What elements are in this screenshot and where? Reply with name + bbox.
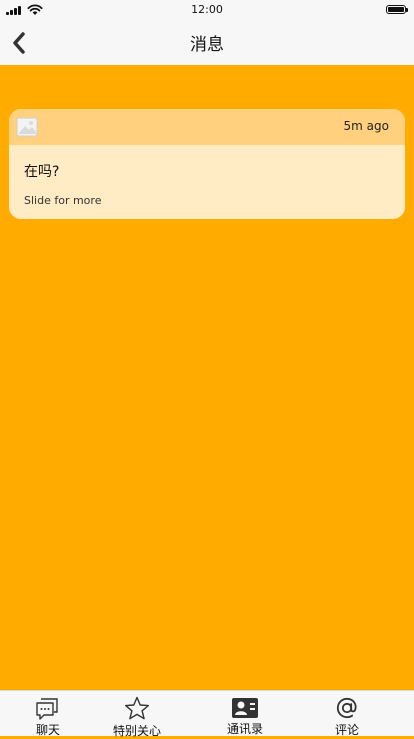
at-icon [333, 696, 361, 720]
tab-label: 通讯录 [226, 722, 263, 736]
tab-label: 特别关心 [112, 724, 161, 738]
notification-card[interactable]: 5m ago 在吗? Slide for more [9, 109, 405, 219]
tab-bar: 聊天 特别关心 通讯录 评论 [0, 690, 414, 738]
tab-chat[interactable]: 聊天 [26, 691, 70, 737]
battery-icon [386, 5, 408, 14]
notification-header: 5m ago [9, 109, 405, 145]
status-bar: 12:00 [0, 0, 414, 20]
page-title: 消息 [190, 35, 224, 55]
notification-message: 在吗? [24, 164, 60, 180]
notification-time: 5m ago [343, 119, 389, 133]
tab-special-care[interactable]: 特别关心 [107, 691, 167, 738]
image-placeholder-icon [16, 117, 38, 137]
tab-contacts[interactable]: 通讯录 [221, 691, 269, 737]
contacts-icon [231, 696, 259, 719]
status-time: 12:00 [191, 3, 223, 16]
tab-label: 评论 [334, 723, 359, 737]
chat-icon [34, 696, 62, 720]
navigation-bar: 消息 [0, 20, 414, 65]
star-icon [123, 696, 151, 721]
tab-comments[interactable]: 评论 [329, 691, 365, 737]
notification-hint: Slide for more [24, 194, 102, 207]
tab-label: 聊天 [35, 723, 60, 737]
